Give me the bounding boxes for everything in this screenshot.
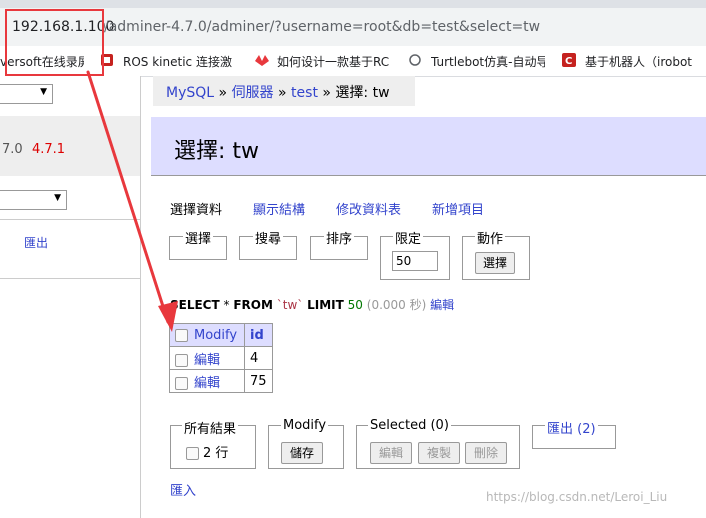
sql-keyword: LIMIT [307,298,344,312]
divider [0,219,140,220]
url-path[interactable]: /adminer-4.7.0/adminer/?username=root&db… [104,19,540,35]
breadcrumb: MySQL » 伺服器 » test » 選擇: tw [166,82,390,102]
header-modify[interactable]: Modify [169,323,245,347]
cell-id: 4 [244,346,273,370]
bookmark-item[interactable]: ROS kinetic 连接激 [123,53,241,70]
sql-keyword: FROM [233,298,273,312]
bookmark-item[interactable]: 基于机器人（irobot [585,53,700,70]
sql-keyword: SELECT [170,298,220,312]
table-row: 編輯 4 [169,346,273,370]
page-title: 選擇: tw [174,139,260,164]
breadcrumb-current: 選擇: tw [335,85,390,101]
tab-new-item[interactable]: 新增項目 [432,199,484,218]
sort-legend[interactable]: 排序 [324,228,355,247]
database-select[interactable]: ▼ [0,190,67,210]
export-link[interactable]: 匯出 (2) [545,418,598,437]
search-legend[interactable]: 搜尋 [253,228,284,247]
sql-table: `tw` [276,298,304,312]
breadcrumb-db[interactable]: test [291,85,318,101]
tab-select-data[interactable]: 選擇資料 [170,199,222,218]
all-results-row[interactable]: 2 行 [186,442,228,461]
row-edit-link[interactable]: 編輯 [194,353,220,368]
row-checkbox[interactable] [175,376,188,390]
save-button[interactable]: 儲存 [281,442,323,464]
row-actions: 編輯 [169,369,245,393]
all-results-legend: 所有結果 [182,418,239,437]
tab-strip [0,0,706,8]
select-legend[interactable]: 選擇 [183,228,214,247]
sql-star: * [223,298,230,312]
bookmark-item[interactable]: 如何设计一款基于RC [277,53,389,70]
sidebar-export-link[interactable]: 匯出 [24,234,48,251]
version-update-link[interactable]: 4.7.1 [32,142,65,157]
divider [0,278,140,279]
import-link[interactable]: 匯入 [170,480,196,499]
sql-query: SELECT * FROM `tw` LIMIT 50 (0.000 秒) 編輯 [170,296,454,313]
select-all-checkbox[interactable] [175,328,188,342]
breadcrumb-driver[interactable]: MySQL [166,85,214,101]
query-time: (0.000 秒) [366,298,427,312]
dropdown-arrow-icon: ▼ [54,193,61,203]
sql-limit: 50 [347,298,363,312]
bookmark-favicon-icon [408,53,422,67]
modify-legend: Modify [281,418,329,433]
edit-selected-button[interactable]: 編輯 [370,442,412,464]
row-actions: 編輯 [169,346,245,370]
row-count: 2 行 [203,446,229,461]
edit-query-link[interactable]: 編輯 [430,298,454,312]
breadcrumb-separator: » [322,85,331,101]
annotation-highlight-box [5,9,104,76]
breadcrumb-separator: » [218,85,228,101]
all-results-checkbox[interactable] [186,447,199,460]
breadcrumb-server[interactable]: 伺服器 [232,85,274,101]
table-row: 編輯 75 [169,369,273,393]
limit-input[interactable] [392,251,438,271]
svg-text:C: C [565,56,572,67]
header-id[interactable]: id [244,323,273,347]
dropdown-arrow-icon: ▼ [40,87,47,97]
action-legend: 動作 [475,228,506,247]
cell-id: 75 [244,369,273,393]
select-submit-button[interactable]: 選擇 [475,252,515,274]
watermark: https://blog.csdn.net/Leroi_Liu [486,490,668,504]
bookmark-favicon-icon: C [562,53,576,67]
tab-alter-table[interactable]: 修改資料表 [336,199,401,218]
tab-show-structure[interactable]: 顯示結構 [253,199,305,218]
table-header-row: Modify id [169,323,273,347]
delete-selected-button[interactable]: 刪除 [465,442,507,464]
clone-selected-button[interactable]: 複製 [418,442,460,464]
selected-legend: Selected (0) [368,418,451,433]
bookmark-favicon-icon [254,53,269,67]
row-edit-link[interactable]: 編輯 [194,376,220,391]
row-checkbox[interactable] [175,353,188,367]
bookmark-item[interactable]: Turtlebot仿真-自动导 [431,53,545,70]
data-table: Modify id 編輯 4 編輯 75 [169,323,273,393]
version-current: 7.0 [2,142,23,157]
breadcrumb-separator: » [278,85,287,101]
limit-legend: 限定 [393,228,424,247]
language-select[interactable]: ▼ [0,84,53,104]
